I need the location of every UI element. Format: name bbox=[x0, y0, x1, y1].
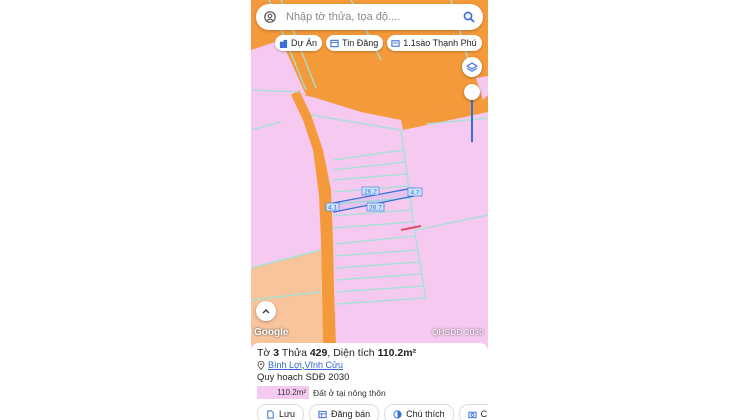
chip-label: 1.1sào Thạnh Phú bbox=[403, 38, 477, 48]
chip-du-an[interactable]: Dự Án bbox=[275, 35, 323, 51]
legend-label: Chú thích bbox=[406, 409, 445, 419]
plan-layer-label: QHSDĐ 2030 bbox=[432, 328, 484, 337]
search-bar[interactable]: Nhập tờ thửa, tọa độ.... bbox=[256, 4, 483, 30]
post-for-sale-button[interactable]: Đăng bán bbox=[309, 404, 380, 420]
dimension-label: 4.1 bbox=[328, 205, 337, 212]
dimension-label: 26.7 bbox=[369, 205, 382, 212]
layers-icon bbox=[466, 62, 478, 72]
dimension-label: 26.2 bbox=[364, 189, 377, 196]
title-prefix: Tờ bbox=[257, 347, 274, 359]
parcel-location: Bình Lợi, Vĩnh Cửu bbox=[257, 360, 343, 370]
chip-tin-dang[interactable]: Tin Đăng bbox=[326, 35, 384, 51]
listing-icon bbox=[330, 39, 339, 47]
chip-label: Dự Án bbox=[291, 38, 318, 48]
parcel-area: 110.2m² bbox=[377, 347, 417, 359]
card-icon bbox=[391, 39, 400, 47]
save-button[interactable]: Lưu bbox=[257, 404, 305, 420]
chip-label: Tin Đăng bbox=[342, 38, 379, 48]
plan-area-swatch: 110.2m² bbox=[257, 386, 309, 399]
title-area-prefix: , Diện tích bbox=[327, 347, 378, 359]
contrast-icon bbox=[393, 409, 402, 419]
opacity-slider-handle[interactable] bbox=[464, 84, 480, 100]
table-icon bbox=[318, 410, 327, 418]
title-mid: Thửa bbox=[279, 347, 310, 359]
plan-title: Quy hoạch SDĐ 2030 bbox=[257, 372, 350, 383]
capture-button[interactable]: C bbox=[458, 404, 488, 420]
chevron-up-icon bbox=[262, 309, 270, 314]
save-label: Lưu bbox=[279, 409, 296, 419]
search-icon[interactable] bbox=[463, 11, 475, 23]
plan-area-row: 110.2m² Đất ở tại nông thôn bbox=[257, 386, 386, 399]
filter-chips: Dự Án Tin Đăng 1.1sào Thạnh Phú bbox=[275, 35, 482, 51]
lot-number: 429 bbox=[309, 347, 328, 359]
post-for-sale-label: Đăng bán bbox=[331, 409, 371, 419]
google-logo: Google bbox=[254, 327, 289, 338]
commune-link[interactable]: Bình Lợi bbox=[268, 360, 302, 370]
mobile-screen: 26.2 4.7 4.1 26.7 Nhập tờ thửa, tọa độ..… bbox=[251, 0, 488, 420]
location-pin-icon bbox=[257, 360, 265, 370]
expand-panel-button[interactable] bbox=[256, 301, 276, 321]
chip-saved-search[interactable]: 1.1sào Thạnh Phú bbox=[387, 35, 482, 51]
parcel-title: Tờ 3 Thửa 429, Diện tích 110.2m² bbox=[257, 347, 416, 359]
legend-button[interactable]: Chú thích bbox=[384, 404, 454, 420]
district-link[interactable]: Vĩnh Cửu bbox=[304, 360, 343, 370]
map-canvas[interactable]: 26.2 4.7 4.1 26.7 bbox=[251, 0, 488, 345]
action-bar: Lưu Đăng bán Chú thích C bbox=[257, 404, 488, 420]
search-input[interactable]: Nhập tờ thửa, tọa độ.... bbox=[286, 11, 463, 23]
parcel-info-panel: Tờ 3 Thửa 429, Diện tích 110.2m² Bình Lợ… bbox=[251, 343, 488, 420]
camera-icon bbox=[468, 411, 477, 418]
user-icon[interactable] bbox=[264, 11, 276, 23]
building-icon bbox=[279, 39, 288, 48]
land-use-type: Đất ở tại nông thôn bbox=[313, 387, 386, 398]
capture-label: C bbox=[480, 409, 488, 419]
file-icon bbox=[267, 409, 274, 419]
layers-button[interactable] bbox=[462, 57, 482, 77]
dimension-label: 4.7 bbox=[410, 190, 419, 197]
